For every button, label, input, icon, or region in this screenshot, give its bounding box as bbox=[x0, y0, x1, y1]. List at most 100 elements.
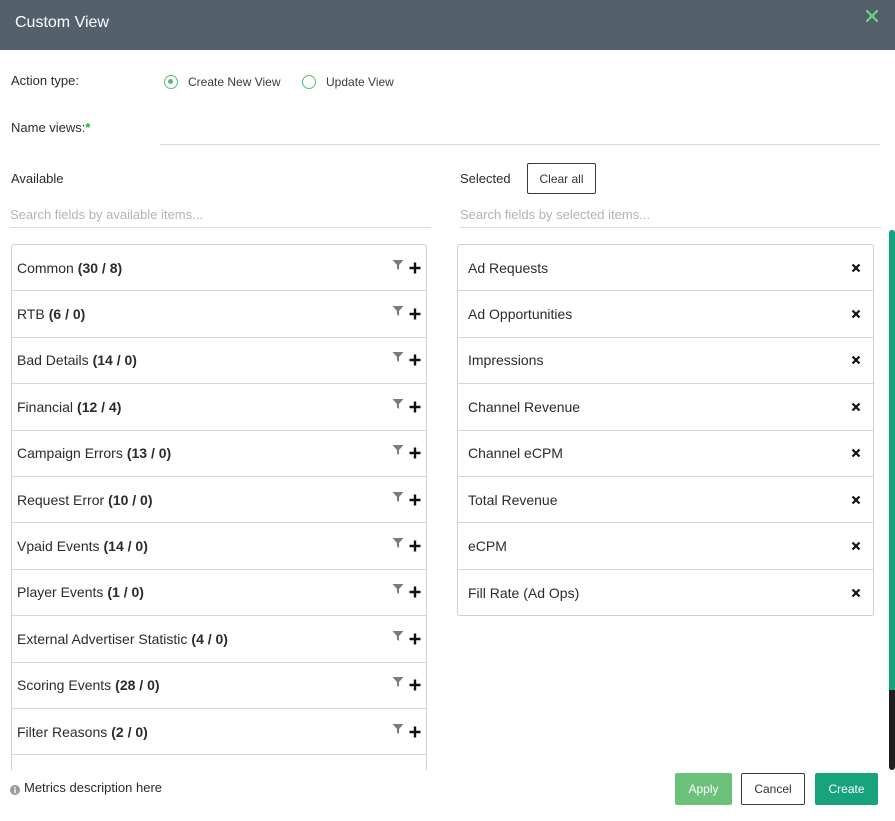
available-item-name: External Advertiser Statistic bbox=[17, 630, 188, 647]
remove-icon[interactable] bbox=[851, 448, 861, 458]
apply-button[interactable]: Apply bbox=[675, 773, 732, 805]
available-item-count: (13 / 0) bbox=[126, 445, 172, 462]
available-item[interactable]: Scoring Events (28 / 0) bbox=[12, 663, 426, 709]
available-item[interactable]: Player Events (1 / 0) bbox=[12, 570, 426, 617]
action-type-label: Action type: bbox=[11, 73, 79, 88]
item-actions bbox=[392, 663, 421, 708]
selected-item: Channel eCPM bbox=[458, 431, 873, 477]
dialog-title: Custom View bbox=[15, 14, 109, 31]
cancel-button[interactable]: Cancel bbox=[741, 773, 805, 805]
item-actions bbox=[392, 523, 421, 568]
available-item[interactable]: External Advertiser Statistic (4 / 0) bbox=[12, 616, 426, 663]
add-icon[interactable] bbox=[409, 726, 421, 738]
item-actions bbox=[392, 245, 421, 290]
selected-item-name: Impressions bbox=[468, 352, 544, 369]
available-item-count: (30 / 8) bbox=[77, 259, 123, 276]
selected-item: Total Revenue bbox=[458, 477, 873, 524]
available-item-name: Vpaid Events bbox=[17, 538, 100, 555]
filter-icon[interactable] bbox=[392, 398, 404, 410]
item-actions bbox=[392, 570, 421, 615]
selected-search-input[interactable] bbox=[460, 201, 881, 228]
selected-item: Impressions bbox=[458, 338, 873, 385]
filter-icon[interactable] bbox=[392, 630, 404, 642]
available-item[interactable]: Common (30 / 8) bbox=[12, 245, 426, 292]
item-actions bbox=[392, 384, 421, 429]
remove-icon[interactable] bbox=[851, 263, 861, 273]
item-actions bbox=[392, 291, 421, 336]
add-icon[interactable] bbox=[409, 586, 421, 598]
add-icon[interactable] bbox=[409, 401, 421, 413]
available-search-input[interactable] bbox=[10, 201, 431, 228]
metrics-description-link[interactable]: Metrics description here bbox=[10, 780, 162, 795]
filter-icon[interactable] bbox=[392, 351, 404, 363]
remove-icon[interactable] bbox=[851, 402, 861, 412]
radio-create-new-view[interactable]: Create New View bbox=[164, 74, 280, 90]
available-item-count: (6 / 0) bbox=[48, 306, 86, 323]
available-item-count: (1 / 0) bbox=[107, 584, 144, 601]
radio-update-view[interactable]: Update View bbox=[302, 74, 394, 90]
selected-item-name: Channel Revenue bbox=[468, 398, 581, 415]
available-item[interactable]: Request Error (10 / 0) bbox=[12, 477, 426, 524]
item-actions bbox=[392, 431, 421, 476]
available-item[interactable]: Vpaid Events (14 / 0) bbox=[12, 523, 426, 570]
available-item[interactable]: Campaign Errors (13 / 0) bbox=[12, 431, 426, 477]
radio-update-view-label: Update View bbox=[326, 75, 394, 89]
remove-icon[interactable] bbox=[851, 495, 861, 505]
add-icon[interactable] bbox=[409, 633, 421, 645]
selected-item: Ad Opportunities bbox=[458, 291, 873, 338]
add-icon[interactable] bbox=[409, 540, 421, 552]
available-item[interactable]: RTB (6 / 0) bbox=[12, 291, 426, 338]
filter-icon[interactable] bbox=[392, 259, 404, 271]
available-item[interactable]: Filter Reasons (2 / 0) bbox=[12, 709, 426, 756]
filter-icon[interactable] bbox=[392, 537, 404, 549]
remove-icon[interactable] bbox=[851, 588, 861, 598]
selected-item: Ad Requests bbox=[458, 245, 873, 292]
add-icon[interactable] bbox=[409, 679, 421, 691]
add-icon[interactable] bbox=[409, 354, 421, 366]
remove-icon[interactable] bbox=[851, 541, 861, 551]
filter-icon[interactable] bbox=[392, 676, 404, 688]
available-item-name: Financial bbox=[17, 398, 74, 415]
filter-icon[interactable] bbox=[392, 444, 404, 456]
selected-item-name: eCPM bbox=[468, 538, 507, 555]
selected-item-name: Channel eCPM bbox=[468, 445, 563, 462]
available-item-count: (10 / 0) bbox=[108, 491, 153, 508]
filter-icon[interactable] bbox=[392, 305, 404, 317]
available-item-name: Request Error bbox=[17, 491, 105, 508]
scrollbar-thumb[interactable] bbox=[889, 230, 895, 690]
available-item[interactable]: Bad Details (14 / 0) bbox=[12, 338, 426, 385]
add-icon[interactable] bbox=[409, 262, 421, 274]
remove-icon[interactable] bbox=[851, 309, 861, 319]
create-button[interactable]: Create bbox=[815, 773, 878, 805]
filter-icon[interactable] bbox=[392, 583, 404, 595]
item-actions bbox=[392, 616, 421, 661]
remove-icon[interactable] bbox=[851, 355, 861, 365]
available-item-count: (4 / 0) bbox=[191, 630, 228, 647]
add-icon[interactable] bbox=[409, 308, 421, 320]
name-views-input[interactable] bbox=[160, 118, 880, 145]
scrollbar[interactable] bbox=[889, 230, 895, 770]
close-icon[interactable] bbox=[865, 9, 879, 23]
selected-item: Channel Revenue bbox=[458, 384, 873, 431]
add-icon[interactable] bbox=[409, 494, 421, 506]
name-views-label: Name views:* bbox=[11, 120, 90, 135]
available-item-name: RTB bbox=[17, 306, 45, 323]
filter-icon[interactable] bbox=[392, 491, 404, 503]
item-actions bbox=[392, 477, 421, 522]
available-item-name: Bad Details bbox=[17, 352, 89, 369]
available-item-count: (14 / 0) bbox=[103, 538, 148, 555]
info-icon bbox=[10, 783, 20, 795]
filter-icon[interactable] bbox=[392, 723, 404, 735]
selected-item: eCPM bbox=[458, 523, 873, 570]
available-item-count: (14 / 0) bbox=[92, 352, 137, 369]
metrics-description-text: Metrics description here bbox=[24, 780, 162, 795]
available-item-name: Filter Reasons bbox=[17, 723, 108, 740]
selected-list: Ad Requests Ad Opportunities Impressions… bbox=[457, 244, 874, 616]
available-item[interactable]: Financial (12 / 4) bbox=[12, 384, 426, 431]
clear-all-button[interactable]: Clear all bbox=[527, 163, 596, 194]
radio-create-new-view-label: Create New View bbox=[188, 75, 281, 89]
selected-item-name: Total Revenue bbox=[468, 491, 558, 508]
available-item-count: (28 / 0) bbox=[115, 677, 160, 694]
selected-item: Fill Rate (Ad Ops) bbox=[458, 570, 873, 615]
add-icon[interactable] bbox=[409, 447, 421, 459]
